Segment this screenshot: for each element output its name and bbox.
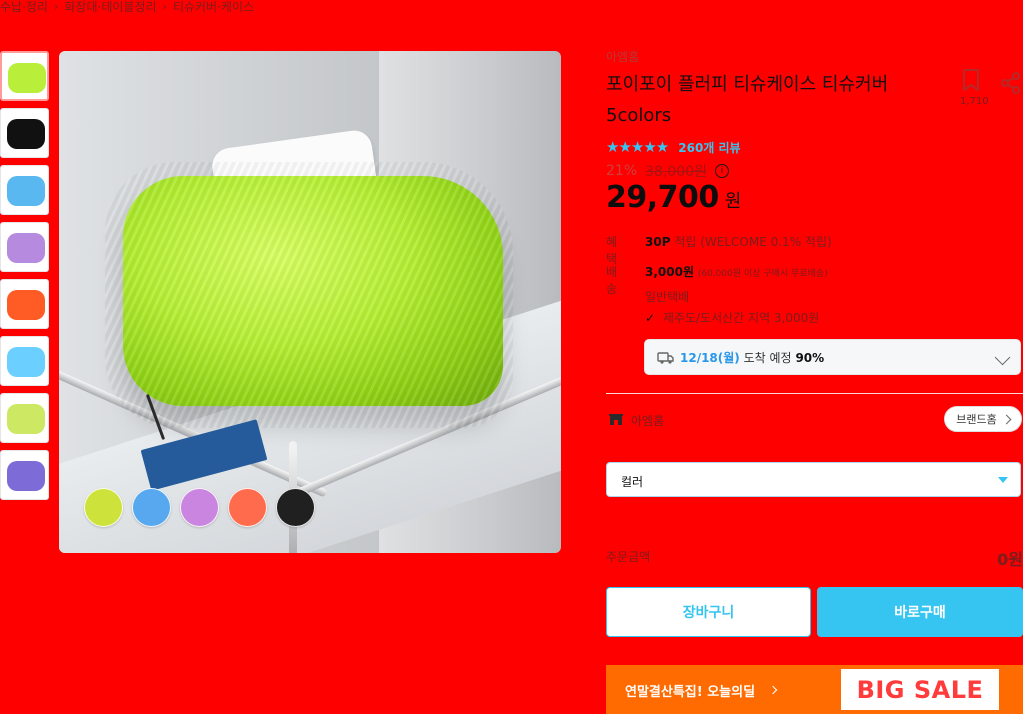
bookmark-icon[interactable] <box>960 68 982 92</box>
share-icon[interactable] <box>1000 71 1022 95</box>
color-select-label: 컬러 <box>621 475 644 489</box>
delivery-estimate-dropdown[interactable]: 12/18(월) 도착 예정 90% <box>644 339 1021 375</box>
breadcrumb-item-1[interactable]: 수납·정리 <box>0 0 48 15</box>
order-total-label: 주문금액 <box>606 550 651 564</box>
shipping-fee-value: 3,000원 <box>645 265 694 279</box>
thumbnail-2[interactable] <box>0 108 49 158</box>
fluffy-tissue-cover <box>105 162 513 428</box>
thumbnail-6[interactable] <box>0 336 49 386</box>
shipping-condition: (60,000원 이상 구매시 무료배송) <box>697 269 828 279</box>
buy-now-button[interactable]: 바로구매 <box>817 587 1023 637</box>
breadcrumb-item-3[interactable]: 티슈커버·케이스 <box>173 0 254 15</box>
star-rating: ★★★★★ <box>606 138 669 156</box>
thumbnail-fur <box>7 461 45 491</box>
thumbnail-5[interactable] <box>0 279 49 329</box>
discount-rate: 21% <box>606 163 638 179</box>
price-value: 29,700 <box>606 180 719 215</box>
breadcrumb-separator: › <box>162 0 167 13</box>
benefit-text: 적립 (WELCOME 0.1% 적립) <box>674 235 832 249</box>
brand-row: 아엠홈 브랜드홈 <box>606 406 1023 435</box>
swatch-purple[interactable] <box>180 488 219 527</box>
thumbnail-7[interactable] <box>0 393 49 443</box>
swatch-blue[interactable] <box>132 488 171 527</box>
breadcrumb-item-2[interactable]: 화장대·테이블정리 <box>64 0 156 15</box>
shipping-label: 배송 <box>606 265 618 296</box>
delivery-estimate-text: 12/18(월) 도착 예정 90% <box>680 349 824 366</box>
thumbnail-fur <box>7 404 45 434</box>
delivery-percent: 90% <box>795 351 825 365</box>
brand-row-name[interactable]: 아엠홈 <box>631 412 664 429</box>
thumbnail-fur <box>8 63 46 93</box>
brand-name[interactable]: 아엠홈 <box>606 48 1023 65</box>
big-sale-badge: BIG SALE <box>841 669 999 710</box>
brand-home-button[interactable]: 브랜드홈 <box>944 406 1022 432</box>
breadcrumb-separator: › <box>53 0 59 13</box>
thumbnail-fur <box>7 119 45 149</box>
color-swatches <box>84 488 315 527</box>
promo-banner[interactable]: 연말결산특집! 오늘의딜 BIG SALE <box>606 665 1023 714</box>
thumbnail-1[interactable] <box>0 51 49 101</box>
sale-price: 29,700 원 <box>606 180 741 215</box>
thumbnail-list <box>0 51 50 507</box>
shipping-note-text: 제주도/도서산간 지역 3,000원 <box>662 311 820 325</box>
swatch-orange[interactable] <box>228 488 267 527</box>
chevron-right-icon <box>1001 414 1012 424</box>
breadcrumb: 수납·정리 › 화장대·테이블정리 › 티슈커버·케이스 <box>0 0 254 15</box>
chevron-down-icon <box>994 349 1011 366</box>
check-icon: ✓ <box>645 311 656 325</box>
delivery-label: 도착 예정 <box>743 351 792 365</box>
rating-row: ★★★★★ 260개 리뷰 <box>606 138 741 156</box>
add-to-cart-button[interactable]: 장바구니 <box>606 587 811 637</box>
review-count[interactable]: 260개 리뷰 <box>678 139 740 156</box>
shipping-type: 일반택배 <box>645 290 690 304</box>
order-total-row: 주문금액 0원 <box>606 546 1023 571</box>
caret-down-icon <box>998 477 1008 483</box>
brand-home-label: 브랜드홈 <box>956 413 997 426</box>
main-product-image[interactable] <box>59 51 561 553</box>
delivery-date: 12/18(월) <box>680 351 740 365</box>
store-icon <box>609 414 623 425</box>
thumbnail-fur <box>7 290 45 320</box>
chevron-right-icon <box>768 685 778 695</box>
product-actions: 1,710 <box>960 68 1020 108</box>
product-title: 포이포이 플러피 티슈케이스 티슈커버 5colors <box>606 74 889 126</box>
price-currency: 원 <box>724 191 742 212</box>
info-icon[interactable]: i <box>715 164 729 178</box>
discount-row: 21% 38,000원 i <box>606 161 729 181</box>
benefit-points: 30P <box>645 235 671 249</box>
thumbnail-8[interactable] <box>0 450 49 500</box>
benefit-value: 30P 적립 (WELCOME 0.1% 적립) <box>645 233 832 250</box>
swatch-lime[interactable] <box>84 488 123 527</box>
shipping-note: ✓ 제주도/도서산간 지역 3,000원 <box>645 309 819 326</box>
thumbnail-4[interactable] <box>0 222 49 272</box>
swatch-black[interactable] <box>276 488 315 527</box>
thumbnail-fur <box>7 176 45 206</box>
color-select[interactable]: 컬러 <box>606 462 1021 497</box>
thumbnail-fur <box>7 233 45 263</box>
bookmark-count: 1,710 <box>960 96 989 107</box>
benefit-label: 혜택 <box>606 235 618 266</box>
banner-text: 연말결산특집! 오늘의딜 <box>625 685 756 700</box>
original-price: 38,000원 <box>645 164 707 180</box>
divider <box>606 393 1023 394</box>
shipping-fee: 3,000원 (60,000원 이상 구매시 무료배송) <box>645 263 828 280</box>
thumbnail-fur <box>7 347 45 377</box>
delivery-truck-icon <box>657 352 674 364</box>
thumbnail-3[interactable] <box>0 165 49 215</box>
order-total-value: 0원 <box>997 550 1023 569</box>
